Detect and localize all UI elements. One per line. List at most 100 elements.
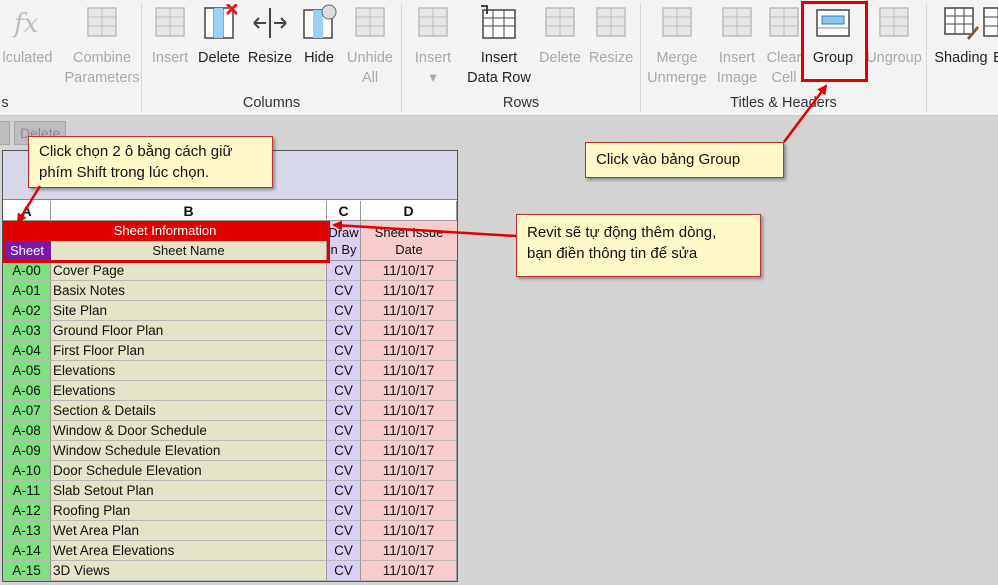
callout-click-group: Click vào bảng Group bbox=[585, 142, 784, 178]
sheet-number-cell[interactable]: A-00 bbox=[3, 261, 51, 281]
column-header-a[interactable]: A bbox=[3, 201, 51, 221]
issue-date-cell[interactable]: 11/10/17 bbox=[361, 261, 457, 281]
combine-button[interactable]: Combine Parameters bbox=[62, 0, 142, 92]
sheet-name-cell[interactable]: Elevations bbox=[51, 381, 327, 401]
clear-cell-button[interactable]: Clear Cell bbox=[764, 0, 804, 92]
combine-parameters-icon bbox=[84, 4, 120, 40]
sheet-number-cell[interactable]: A-10 bbox=[3, 461, 51, 481]
header-drawn-by-line2: n By bbox=[330, 242, 357, 257]
sheet-number-cell[interactable]: A-06 bbox=[3, 381, 51, 401]
ungroup-label: Ungroup bbox=[866, 50, 922, 66]
sheet-number-cell[interactable]: A-03 bbox=[3, 321, 51, 341]
insert-row-button[interactable]: Insert ▾ bbox=[410, 0, 456, 92]
sheet-name-cell[interactable]: Window & Door Schedule bbox=[51, 421, 327, 441]
delete-col-button[interactable]: Delete bbox=[195, 0, 243, 92]
issue-date-cell[interactable]: 11/10/17 bbox=[361, 461, 457, 481]
borders-button[interactable]: B bbox=[983, 0, 998, 92]
drawn-by-cell[interactable]: CV bbox=[327, 321, 361, 341]
issue-date-cell[interactable]: 11/10/17 bbox=[361, 541, 457, 561]
drawn-by-cell[interactable]: CV bbox=[327, 361, 361, 381]
issue-date-cell[interactable]: 11/10/17 bbox=[361, 521, 457, 541]
sheet-number-cell[interactable]: A-12 bbox=[3, 501, 51, 521]
delete-row-button[interactable]: Delete bbox=[536, 0, 584, 92]
sheet-name-cell[interactable]: Basix Notes bbox=[51, 281, 327, 301]
sheet-number-cell[interactable]: A-07 bbox=[3, 401, 51, 421]
drawn-by-cell[interactable]: CV bbox=[327, 381, 361, 401]
sheet-number-cell[interactable]: A-13 bbox=[3, 521, 51, 541]
sheet-name-cell[interactable]: 3D Views bbox=[51, 561, 327, 581]
ungroup-button[interactable]: Ungroup bbox=[866, 0, 922, 92]
issue-date-cell[interactable]: 11/10/17 bbox=[361, 481, 457, 501]
issue-date-cell[interactable]: 11/10/17 bbox=[361, 361, 457, 381]
column-header-b[interactable]: B bbox=[51, 201, 327, 221]
sheet-name-cell[interactable]: Site Plan bbox=[51, 301, 327, 321]
combine-label-line2: Parameters bbox=[64, 70, 140, 86]
insert-image-button[interactable]: Insert Image bbox=[713, 0, 761, 92]
sheet-number-cell[interactable]: A-04 bbox=[3, 341, 51, 361]
column-header-c[interactable]: C bbox=[327, 201, 361, 221]
drawn-by-cell[interactable]: CV bbox=[327, 281, 361, 301]
issue-date-cell[interactable]: 11/10/17 bbox=[361, 441, 457, 461]
drawn-by-cell[interactable]: CV bbox=[327, 421, 361, 441]
insert-column-icon bbox=[152, 4, 188, 40]
drawn-by-cell[interactable]: CV bbox=[327, 261, 361, 281]
header-cell-drawn-by[interactable]: Draw n By bbox=[327, 221, 361, 261]
shading-label: Shading bbox=[934, 50, 988, 66]
resize-col-button[interactable]: Resize bbox=[246, 0, 294, 92]
column-header-d[interactable]: D bbox=[361, 201, 457, 221]
sheet-name-cell[interactable]: Slab Setout Plan bbox=[51, 481, 327, 501]
issue-date-cell[interactable]: 11/10/17 bbox=[361, 501, 457, 521]
toolbar-stub-button[interactable] bbox=[0, 121, 10, 145]
sheet-number-cell[interactable]: A-01 bbox=[3, 281, 51, 301]
drawn-by-cell[interactable]: CV bbox=[327, 461, 361, 481]
insert-col-label: Insert bbox=[151, 50, 189, 66]
sheet-number-cell[interactable]: A-11 bbox=[3, 481, 51, 501]
drawn-by-cell[interactable]: CV bbox=[327, 561, 361, 581]
sheet-name-cell[interactable]: Cover Page bbox=[51, 261, 327, 281]
issue-date-cell[interactable]: 11/10/17 bbox=[361, 421, 457, 441]
issue-date-cell[interactable]: 11/10/17 bbox=[361, 561, 457, 581]
drawn-by-cell[interactable]: CV bbox=[327, 401, 361, 421]
sheet-name-cell[interactable]: Section & Details bbox=[51, 401, 327, 421]
sheet-name-cell[interactable]: Ground Floor Plan bbox=[51, 321, 327, 341]
issue-date-cell[interactable]: 11/10/17 bbox=[361, 401, 457, 421]
hide-col-button[interactable]: Hide bbox=[297, 0, 341, 92]
panel-label-titles-headers: Titles & Headers bbox=[730, 95, 837, 111]
drawn-by-cell[interactable]: CV bbox=[327, 501, 361, 521]
drawn-by-cell[interactable]: CV bbox=[327, 541, 361, 561]
sheet-name-cell[interactable]: Wet Area Elevations bbox=[51, 541, 327, 561]
header-cell-issue-date[interactable]: Sheet Issue Date bbox=[361, 221, 457, 261]
drawn-by-cell[interactable]: CV bbox=[327, 521, 361, 541]
resize-row-button[interactable]: Resize bbox=[587, 0, 635, 92]
unhide-col-button[interactable]: Unhide All bbox=[343, 0, 397, 92]
sheet-name-cell[interactable]: Wet Area Plan bbox=[51, 521, 327, 541]
issue-date-cell[interactable]: 11/10/17 bbox=[361, 341, 457, 361]
sheet-number-cell[interactable]: A-02 bbox=[3, 301, 51, 321]
drawn-by-cell[interactable]: CV bbox=[327, 301, 361, 321]
insert-col-button[interactable]: Insert bbox=[148, 0, 192, 92]
sheet-name-cell[interactable]: Window Schedule Elevation bbox=[51, 441, 327, 461]
sheet-number-cell[interactable]: A-05 bbox=[3, 361, 51, 381]
issue-date-cell[interactable]: 11/10/17 bbox=[361, 381, 457, 401]
insert-data-row-button[interactable]: Insert Data Row bbox=[463, 0, 535, 92]
sheet-number-cell[interactable]: A-15 bbox=[3, 561, 51, 581]
drawn-by-cell[interactable]: CV bbox=[327, 441, 361, 461]
issue-date-cell[interactable]: 11/10/17 bbox=[361, 321, 457, 341]
merge-button[interactable]: Merge Unmerge bbox=[645, 0, 709, 92]
merge-label-line2: Unmerge bbox=[647, 70, 707, 86]
calculated-button[interactable]: fx lculated bbox=[0, 0, 55, 92]
issue-date-cell[interactable]: 11/10/17 bbox=[361, 281, 457, 301]
sheet-number-cell[interactable]: A-08 bbox=[3, 421, 51, 441]
drawn-by-cell[interactable]: CV bbox=[327, 481, 361, 501]
issue-date-cell[interactable]: 11/10/17 bbox=[361, 301, 457, 321]
sheet-name-cell[interactable]: Roofing Plan bbox=[51, 501, 327, 521]
sheet-name-cell[interactable]: Door Schedule Elevation bbox=[51, 461, 327, 481]
sheet-name-cell[interactable]: Elevations bbox=[51, 361, 327, 381]
sheet-number-cell[interactable]: A-14 bbox=[3, 541, 51, 561]
sheet-name-cell[interactable]: First Floor Plan bbox=[51, 341, 327, 361]
callout-shift-select: Click chọn 2 ô bằng cách giữ phím Shift … bbox=[28, 136, 273, 188]
schedule-view: A B C D Sheet Information Sheet Sheet Na… bbox=[2, 150, 458, 582]
drawn-by-cell[interactable]: CV bbox=[327, 341, 361, 361]
sheet-number-cell[interactable]: A-09 bbox=[3, 441, 51, 461]
delete-column-icon bbox=[201, 2, 239, 40]
